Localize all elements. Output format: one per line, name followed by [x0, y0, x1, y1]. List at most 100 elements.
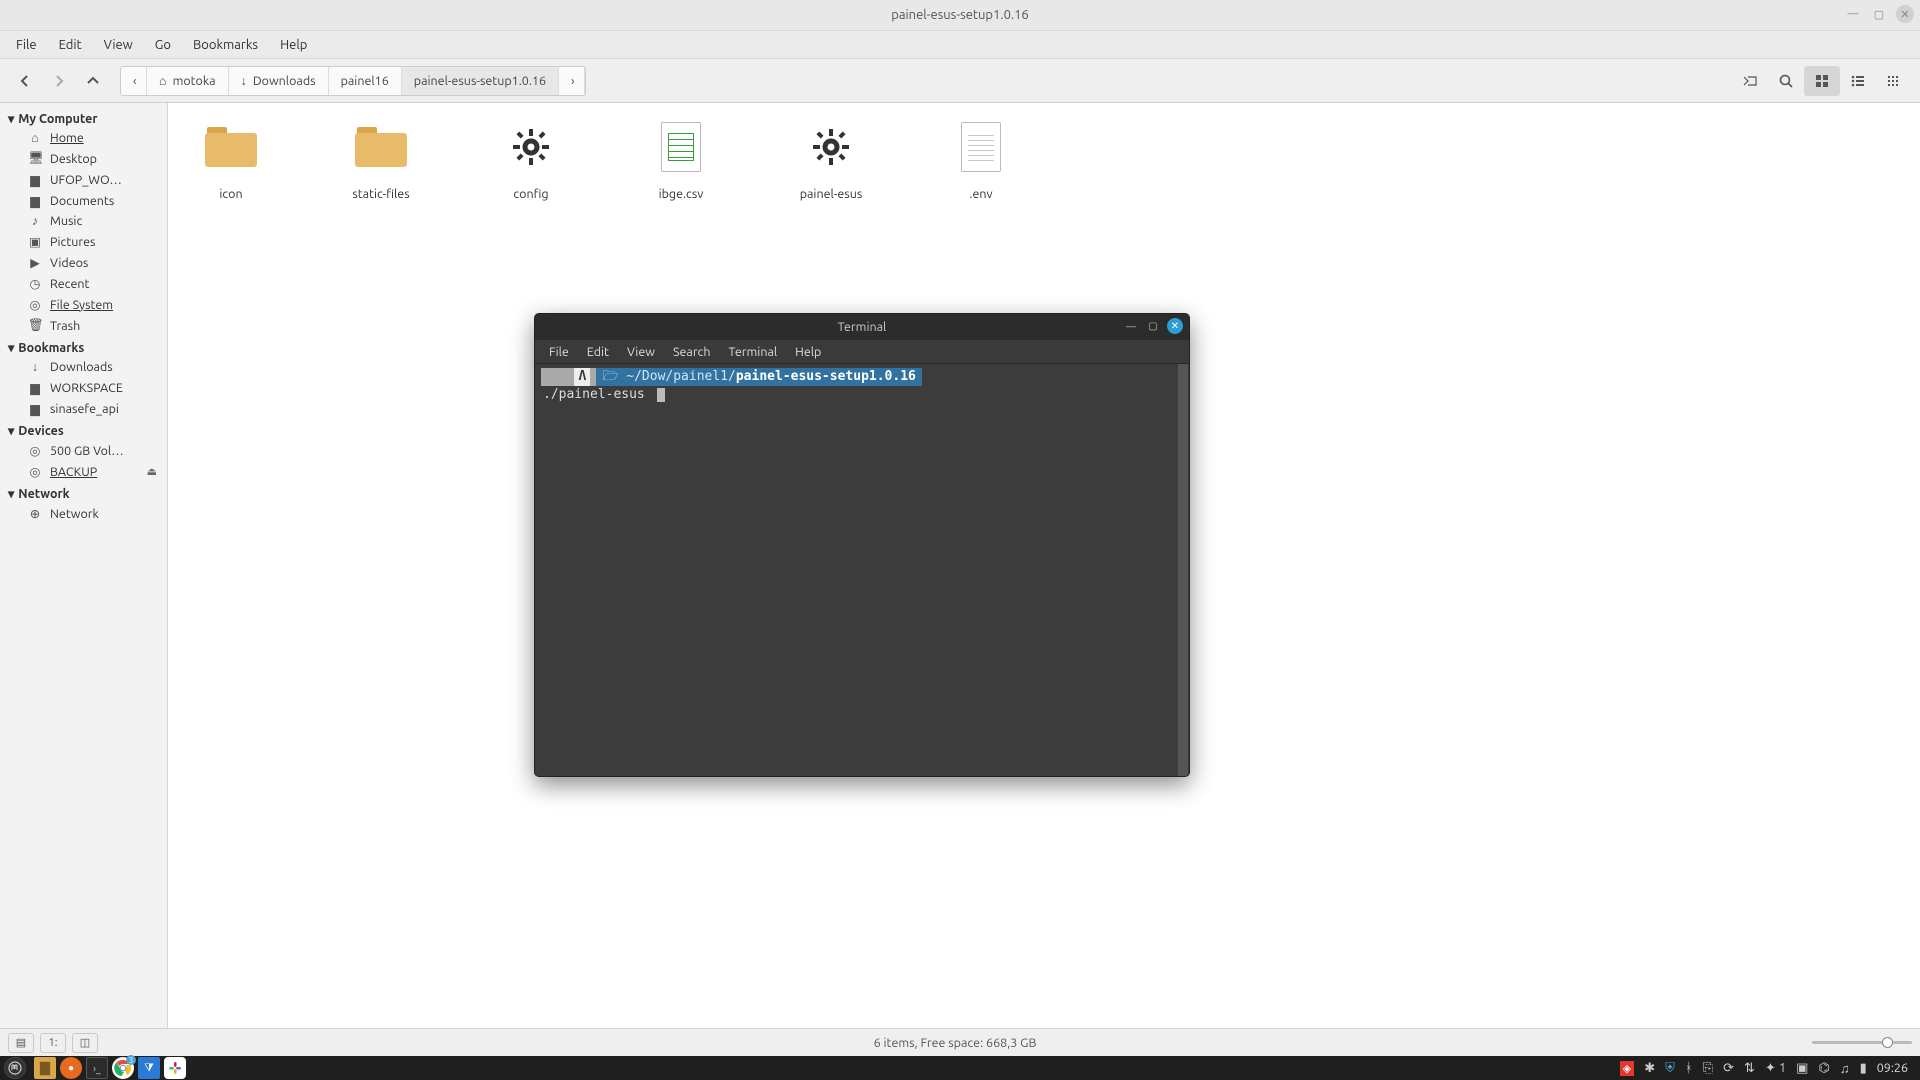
breadcrumb-prev-button[interactable]: ‹: [121, 67, 147, 95]
sidebar-item-filesystem[interactable]: ◎File System: [0, 294, 167, 315]
sidebar-item-bm-downloads[interactable]: ↓Downloads: [0, 357, 167, 377]
terminal-menu-view[interactable]: View: [619, 343, 663, 361]
view-compact-button[interactable]: [1876, 66, 1912, 96]
file-item-env[interactable]: .env: [936, 117, 1026, 201]
sidebar-group-network[interactable]: ▾Network: [0, 482, 167, 503]
taskbar-app-slack[interactable]: [164, 1057, 186, 1079]
nav-back-button[interactable]: [8, 66, 42, 96]
terminal-menu-terminal[interactable]: Terminal: [721, 343, 786, 361]
tray-clock[interactable]: 09:26: [1877, 1061, 1908, 1075]
breadcrumb-current[interactable]: painel-esus-setup1.0.16: [402, 67, 559, 95]
terminal-menu-edit[interactable]: Edit: [579, 343, 617, 361]
tray-update-icon[interactable]: ⟳: [1723, 1061, 1734, 1076]
sidebar-item-pictures[interactable]: ▣Pictures: [0, 231, 167, 252]
window-maximize-button[interactable]: ▢: [1870, 5, 1888, 23]
menu-help[interactable]: Help: [270, 34, 317, 56]
sidebar-group-network-label: Network: [18, 487, 69, 501]
breadcrumb-home-label: motoka: [173, 74, 216, 88]
terminal-command-text: ./painel-esus: [543, 387, 653, 402]
tray-transfer-icon[interactable]: ⇅: [1744, 1061, 1755, 1076]
file-item-painel-esus[interactable]: painel-esus: [786, 117, 876, 201]
tray-network-icon[interactable]: ⌬: [1818, 1061, 1829, 1076]
menu-go[interactable]: Go: [145, 34, 181, 56]
sidebar-item-music[interactable]: ♪Music: [0, 211, 167, 231]
sidebar-item-trash[interactable]: 🗑Trash: [0, 315, 167, 336]
sidebar-item-ufop[interactable]: ▆UFOP_WO…: [0, 169, 167, 190]
tray-shield-icon[interactable]: ⛨: [1665, 1061, 1675, 1076]
start-menu-button[interactable]: [4, 1057, 26, 1079]
terminal-menu-file[interactable]: File: [541, 343, 577, 361]
view-icons-button[interactable]: [1804, 66, 1840, 96]
breadcrumb-home[interactable]: ⌂ motoka: [147, 67, 229, 95]
folder-icon: ▆: [28, 172, 42, 187]
tray-battery-icon[interactable]: ▮: [1860, 1061, 1867, 1076]
taskbar-app-vscode[interactable]: ⧩: [138, 1057, 160, 1079]
window-controls: — ▢ ✕: [1844, 5, 1914, 23]
breadcrumb-downloads[interactable]: ↓ Downloads: [229, 67, 329, 95]
file-item-ibge-csv[interactable]: ibge.csv: [636, 117, 726, 201]
sidebar-item-recent[interactable]: ◷Recent: [0, 273, 167, 294]
tray-notify-icon[interactable]: ✦ 1: [1765, 1061, 1786, 1076]
show-hidden-button[interactable]: ▤: [8, 1033, 34, 1053]
toggle-location-button[interactable]: [1732, 66, 1768, 96]
breadcrumb-next-button[interactable]: ›: [559, 67, 585, 95]
tray-clipboard-icon[interactable]: ⎘: [1703, 1061, 1713, 1076]
terminal-body[interactable]: Λ🗁 ~/Dow/painel1/painel-esus-setup1.0.16…: [535, 364, 1189, 776]
sidebar-item-dev-500gb[interactable]: ◎500 GB Vol…: [0, 440, 167, 461]
tray-anydesk-icon[interactable]: ◈: [1620, 1061, 1634, 1076]
sidebar-item-network[interactable]: ⊕Network: [0, 503, 167, 524]
sidebar-item-dev-backup[interactable]: ◎BACKUP⏏: [0, 461, 167, 482]
dual-pane-button[interactable]: ◫: [72, 1033, 98, 1053]
sidebar-item-videos[interactable]: ▶Videos: [0, 252, 167, 273]
sidebar-item-bm-sinasefe[interactable]: ▆sinasefe_api: [0, 398, 167, 419]
taskbar-app-files[interactable]: ▇: [34, 1057, 56, 1079]
terminal-titlebar[interactable]: Terminal — ▢ ✕: [535, 314, 1189, 340]
toolbar: ‹ ⌂ motoka ↓ Downloads painel16 painel-e…: [0, 59, 1920, 103]
sidebar-item-bm-workspace[interactable]: ▆WORKSPACE: [0, 377, 167, 398]
taskbar-app-chrome[interactable]: 3: [112, 1057, 134, 1079]
taskbar-app-firefox[interactable]: ●: [60, 1057, 82, 1079]
tray-display-icon[interactable]: ▣: [1796, 1061, 1808, 1076]
toolbar-right: [1732, 66, 1912, 96]
sidebar-group-bookmarks[interactable]: ▾Bookmarks: [0, 336, 167, 357]
sidebar-group-my-computer[interactable]: ▾My Computer: [0, 107, 167, 128]
zoom-slider[interactable]: [1812, 1041, 1912, 1044]
file-label: ibge.csv: [659, 187, 704, 201]
terminal-prompt-path-bright: painel-esus-setup1.0.16: [736, 369, 916, 384]
tree-view-button[interactable]: 1:: [40, 1033, 66, 1053]
tray-sound-icon[interactable]: ♫: [1840, 1061, 1850, 1076]
menu-view[interactable]: View: [94, 34, 143, 56]
window-minimize-button[interactable]: —: [1844, 5, 1862, 23]
terminal-window[interactable]: Terminal — ▢ ✕ File Edit View Search Ter…: [534, 313, 1190, 777]
terminal-maximize-button[interactable]: ▢: [1145, 318, 1161, 334]
breadcrumb-painel16[interactable]: painel16: [329, 67, 402, 95]
search-button[interactable]: [1768, 66, 1804, 96]
taskbar-app-terminal[interactable]: ›_: [86, 1057, 108, 1079]
file-item-config[interactable]: config: [486, 117, 576, 201]
terminal-scrollbar[interactable]: [1178, 364, 1188, 776]
file-item-folder-static[interactable]: static-files: [336, 117, 426, 201]
firefox-icon: ●: [68, 1062, 74, 1074]
view-list-button[interactable]: [1840, 66, 1876, 96]
sidebar-group-devices[interactable]: ▾Devices: [0, 419, 167, 440]
terminal-minimize-button[interactable]: —: [1123, 318, 1139, 334]
terminal-menu-help[interactable]: Help: [787, 343, 829, 361]
nav-up-button[interactable]: [76, 66, 110, 96]
menu-file[interactable]: File: [6, 34, 47, 56]
eject-icon[interactable]: ⏏: [147, 465, 157, 478]
menu-edit[interactable]: Edit: [49, 34, 92, 56]
terminal-close-button[interactable]: ✕: [1167, 318, 1183, 334]
file-item-folder-icon[interactable]: icon: [186, 117, 276, 201]
sidebar-item-desktop[interactable]: 🖥Desktop: [0, 148, 167, 169]
download-icon: ↓: [241, 74, 247, 88]
terminal-menu-search[interactable]: Search: [665, 343, 719, 361]
sidebar-item-documents[interactable]: ▆Documents: [0, 190, 167, 211]
folder-icon: ▇: [40, 1061, 50, 1076]
tray-slack-icon[interactable]: ✱: [1644, 1061, 1655, 1076]
tray-bluetooth-icon[interactable]: ᚼ: [1685, 1061, 1693, 1075]
window-close-button[interactable]: ✕: [1896, 5, 1914, 23]
menu-bookmarks[interactable]: Bookmarks: [183, 34, 268, 56]
sidebar-item-label: Desktop: [50, 152, 97, 166]
sidebar-item-home[interactable]: ⌂Home: [0, 128, 167, 148]
nav-forward-button[interactable]: [42, 66, 76, 96]
